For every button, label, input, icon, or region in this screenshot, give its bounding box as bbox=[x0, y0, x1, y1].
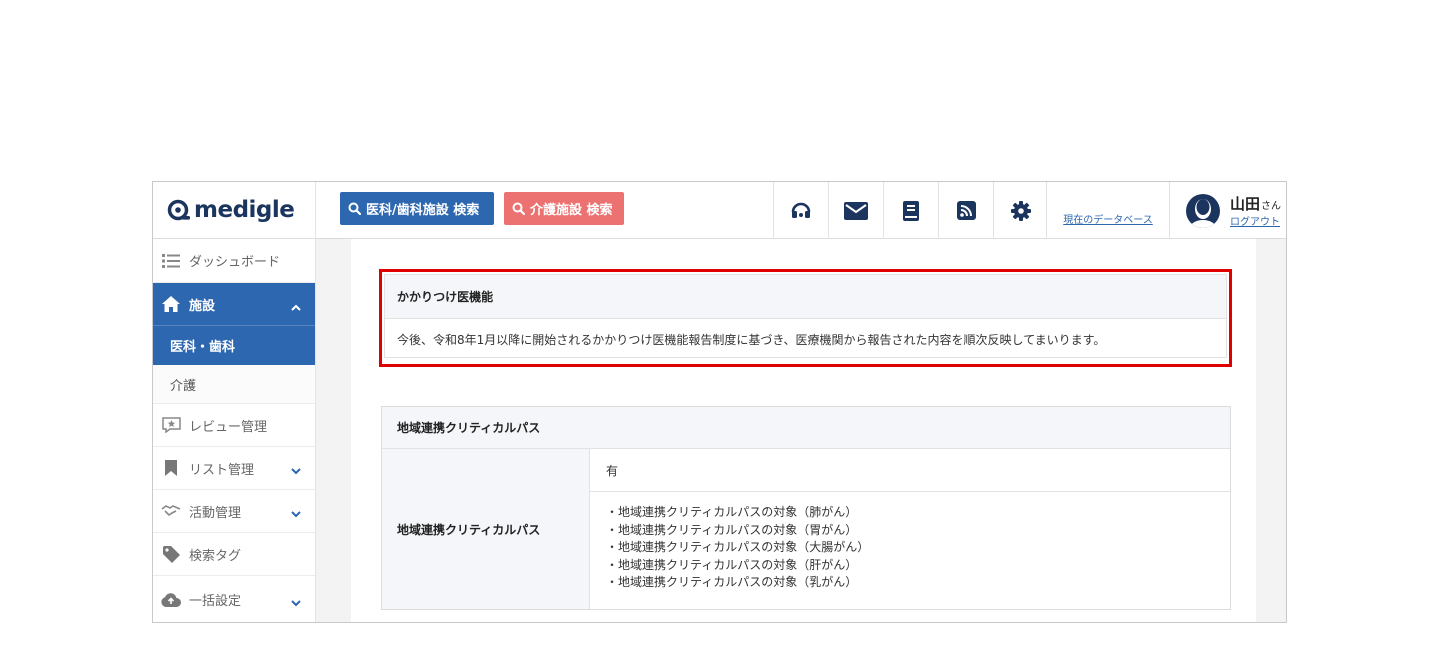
chevron-down-icon bbox=[291, 596, 301, 611]
sidebar-item-list[interactable]: リスト管理 bbox=[153, 447, 315, 490]
sidebar-item-label: ダッシュボード bbox=[189, 255, 281, 270]
chevron-down-icon bbox=[291, 507, 301, 522]
sidebar-item-review[interactable]: レビュー管理 bbox=[153, 404, 315, 447]
settings-nav[interactable] bbox=[993, 182, 1048, 239]
sidebar-item-care[interactable]: 介護 bbox=[153, 365, 315, 404]
sidebar-item-label: 活動管理 bbox=[189, 505, 242, 521]
rss-icon bbox=[956, 201, 976, 220]
list-item: ・地域連携クリティカルパスの対象（肺がん） bbox=[606, 505, 858, 519]
chevron-up-icon bbox=[291, 300, 301, 315]
database-link-area: 現在のデータベース bbox=[1046, 182, 1169, 239]
current-database-link[interactable]: 現在のデータベース bbox=[1063, 211, 1153, 226]
user-name: 山田 bbox=[1230, 195, 1261, 213]
book-icon bbox=[903, 200, 919, 221]
rss-nav[interactable] bbox=[938, 182, 993, 239]
headset-icon bbox=[791, 202, 811, 218]
kakaritsuke-note: 今後、令和8年1月以降に開始されるかかりつけ医機能報告制度に基づき、医療機関から… bbox=[397, 332, 1106, 347]
list-item: ・地域連携クリティカルパスの対象（肝がん） bbox=[606, 557, 858, 572]
kakaritsuke-title: かかりつけ医機能 bbox=[385, 275, 1226, 319]
handshake-icon bbox=[161, 502, 181, 520]
clinical-path-title: 地域連携クリティカルパス bbox=[382, 407, 1230, 449]
search-care-label: 介護施設 検索 bbox=[530, 203, 613, 218]
tag-icon bbox=[161, 545, 181, 563]
search-icon bbox=[348, 202, 361, 215]
content-card: かかりつけ医機能 今後、令和8年1月以降に開始されるかかりつけ医機能報告制度に基… bbox=[351, 239, 1256, 622]
mail-nav[interactable] bbox=[828, 182, 883, 239]
user-menu: 山田 さん ログアウト bbox=[1169, 182, 1286, 239]
main-area: かかりつけ医機能 今後、令和8年1月以降に開始されるかかりつけ医機能報告制度に基… bbox=[316, 239, 1286, 622]
sidebar-item-dashboard[interactable]: ダッシュボード bbox=[153, 239, 315, 283]
sidebar-item-tags[interactable]: 検索タグ bbox=[153, 533, 315, 576]
home-icon bbox=[161, 295, 181, 313]
search-care-button[interactable]: 介護施設 検索 bbox=[504, 192, 624, 225]
user-honorific: さん bbox=[1261, 201, 1282, 212]
support-nav[interactable] bbox=[773, 182, 828, 239]
mail-icon bbox=[844, 201, 868, 220]
search-medical-button[interactable]: 医科/歯科施設 検索 bbox=[340, 192, 494, 225]
list-item: ・地域連携クリティカルパスの対象（胃がん） bbox=[606, 522, 858, 537]
logo-mark-icon bbox=[167, 199, 191, 223]
logo-text: medigle bbox=[194, 197, 295, 223]
review-icon bbox=[161, 416, 181, 434]
search-medical-label: 医科/歯科施設 検索 bbox=[366, 203, 480, 218]
logout-link[interactable]: ログアウト bbox=[1230, 213, 1281, 228]
chevron-down-icon bbox=[291, 464, 301, 479]
user-text: 山田 さん ログアウト bbox=[1230, 193, 1281, 228]
gear-icon bbox=[1011, 200, 1031, 221]
sidebar-item-label: 検索タグ bbox=[189, 548, 242, 564]
sidebar-item-label: レビュー管理 bbox=[189, 419, 268, 435]
user-name-line: 山田 さん bbox=[1230, 193, 1281, 214]
sidebar-item-facility[interactable]: 施設 bbox=[153, 283, 315, 326]
clinical-path-panel: 地域連携クリティカルパス 地域連携クリティカルパス 有 ・地域連携クリティカルパ… bbox=[381, 406, 1231, 610]
list-item: ・地域連携クリティカルパスの対象（乳がん） bbox=[606, 575, 858, 589]
sidebar-item-label: リスト管理 bbox=[189, 462, 255, 478]
sidebar-item-activity[interactable]: 活動管理 bbox=[153, 490, 315, 533]
sidebar-item-label: 医科・歯科 bbox=[170, 339, 236, 355]
sidebar-item-bulk[interactable]: 一括設定 bbox=[153, 576, 315, 622]
clinical-path-target-list: ・地域連携クリティカルパスの対象（肺がん） ・地域連携クリティカルパスの対象（胃… bbox=[590, 492, 1230, 609]
sidebar: ダッシュボード 施設 医科・歯科 介護 レビュー管理 リスト管理 活動管理 検索… bbox=[153, 239, 316, 622]
top-header: medigle 医科/歯科施設 検索 介護施設 検索 現在のデータベース 山田 … bbox=[153, 182, 1286, 239]
highlight-frame: かかりつけ医機能 今後、令和8年1月以降に開始されるかかりつけ医機能報告制度に基… bbox=[379, 269, 1232, 367]
medigle-logo[interactable]: medigle bbox=[167, 196, 295, 226]
sidebar-item-label: 介護 bbox=[170, 378, 197, 394]
manual-nav[interactable] bbox=[883, 182, 938, 239]
logo-area[interactable]: medigle bbox=[153, 182, 316, 239]
search-icon bbox=[512, 202, 525, 215]
app-window: medigle 医科/歯科施設 検索 介護施設 検索 現在のデータベース 山田 … bbox=[152, 181, 1287, 623]
kakaritsuke-panel: かかりつけ医機能 今後、令和8年1月以降に開始されるかかりつけ医機能報告制度に基… bbox=[384, 274, 1227, 358]
list-item: ・地域連携クリティカルパスの対象（大腸がん） bbox=[606, 540, 870, 554]
sidebar-item-medical[interactable]: 医科・歯科 bbox=[153, 326, 315, 365]
list-icon bbox=[161, 252, 181, 270]
sidebar-item-label: 一括設定 bbox=[189, 594, 242, 609]
cloud-upload-icon bbox=[161, 591, 181, 609]
clinical-path-row-label: 地域連携クリティカルパス bbox=[382, 449, 590, 609]
user-avatar-icon bbox=[1190, 198, 1216, 228]
sidebar-item-label: 施設 bbox=[189, 298, 216, 314]
clinical-path-value: 有 bbox=[590, 449, 1230, 492]
bookmark-icon bbox=[161, 459, 181, 477]
avatar[interactable] bbox=[1186, 193, 1220, 228]
